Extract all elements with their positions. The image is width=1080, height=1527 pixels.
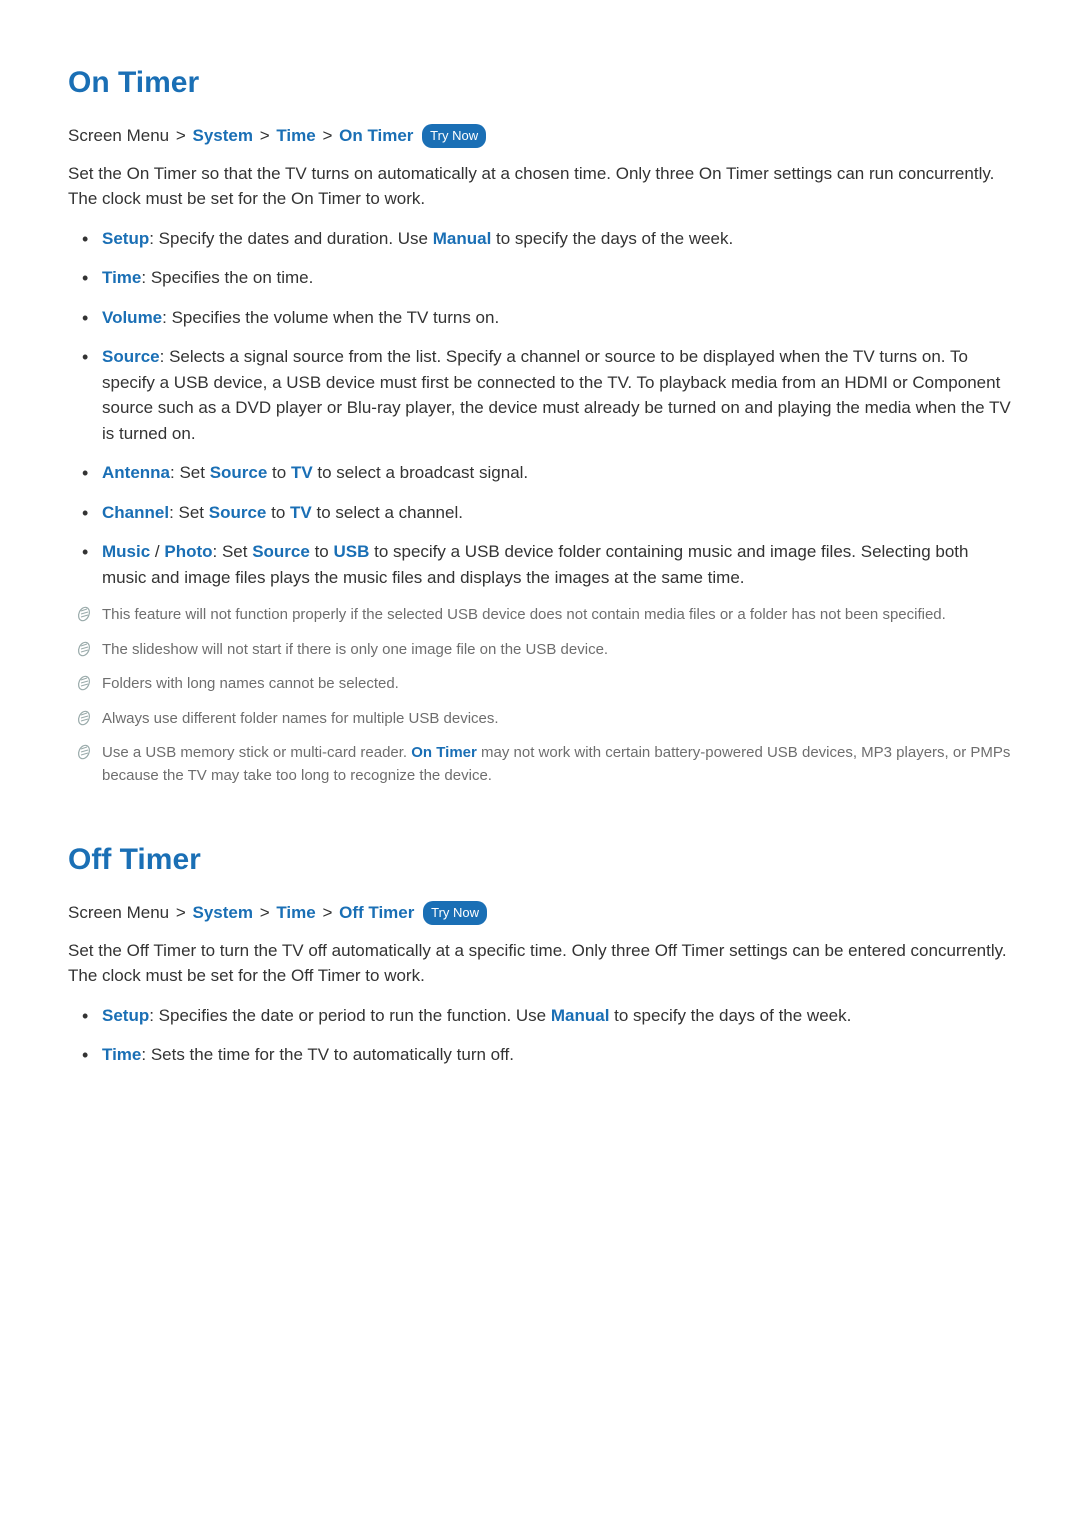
- breadcrumb-separator: >: [169, 903, 192, 922]
- keyword: Time: [102, 268, 141, 287]
- keyword: Antenna: [102, 463, 170, 482]
- section-title: On Timer: [68, 60, 1012, 105]
- bullet-item: Time: Specifies the on time.: [68, 265, 1012, 291]
- keyword: TV: [290, 503, 312, 522]
- breadcrumb: Screen Menu > System > Time > Off Timer …: [68, 900, 1012, 926]
- breadcrumb: Screen Menu > System > Time > On Timer T…: [68, 123, 1012, 149]
- keyword: Photo: [164, 542, 212, 561]
- breadcrumb-separator: >: [316, 126, 339, 145]
- keyword: Time: [102, 1045, 141, 1064]
- bullet-item: Channel: Set Source to TV to select a ch…: [68, 500, 1012, 526]
- note-list: This feature will not function properly …: [68, 604, 1012, 787]
- breadcrumb-item[interactable]: On Timer: [339, 126, 413, 145]
- keyword: Volume: [102, 308, 162, 327]
- note-icon: [76, 710, 92, 726]
- bullet-item: Setup: Specify the dates and duration. U…: [68, 226, 1012, 252]
- keyword: On Timer: [411, 744, 477, 761]
- note-icon: [76, 641, 92, 657]
- note-item: This feature will not function properly …: [68, 604, 1012, 627]
- note-icon: [76, 606, 92, 622]
- keyword: Source: [209, 503, 267, 522]
- keyword: TV: [291, 463, 313, 482]
- bullet-list: Setup: Specify the dates and duration. U…: [68, 226, 1012, 591]
- breadcrumb-separator: >: [169, 126, 192, 145]
- keyword: USB: [333, 542, 369, 561]
- keyword: Source: [102, 347, 160, 366]
- breadcrumb-separator: >: [316, 903, 339, 922]
- keyword: Manual: [433, 229, 492, 248]
- keyword: Channel: [102, 503, 169, 522]
- breadcrumb-item[interactable]: System: [193, 126, 253, 145]
- bullet-item: Antenna: Set Source to TV to select a br…: [68, 460, 1012, 486]
- section-title: Off Timer: [68, 837, 1012, 882]
- try-now-button[interactable]: Try Now: [422, 124, 486, 148]
- try-now-button[interactable]: Try Now: [423, 901, 487, 925]
- breadcrumb-item[interactable]: Time: [276, 126, 315, 145]
- breadcrumb-item[interactable]: Time: [276, 903, 315, 922]
- breadcrumb-separator: >: [253, 126, 276, 145]
- section-intro: Set the Off Timer to turn the TV off aut…: [68, 938, 1012, 989]
- keyword: Setup: [102, 1006, 149, 1025]
- breadcrumb-item[interactable]: Off Timer: [339, 903, 414, 922]
- note-icon: [76, 744, 92, 760]
- keyword: Setup: [102, 229, 149, 248]
- note-item: The slideshow will not start if there is…: [68, 639, 1012, 662]
- keyword: Source: [252, 542, 310, 561]
- bullet-item: Music / Photo: Set Source to USB to spec…: [68, 539, 1012, 590]
- section: Off TimerScreen Menu > System > Time > O…: [68, 837, 1012, 1068]
- section-intro: Set the On Timer so that the TV turns on…: [68, 161, 1012, 212]
- breadcrumb-item[interactable]: System: [193, 903, 253, 922]
- note-item: Use a USB memory stick or multi-card rea…: [68, 742, 1012, 787]
- bullet-item: Volume: Specifies the volume when the TV…: [68, 305, 1012, 331]
- breadcrumb-prefix: Screen Menu: [68, 126, 169, 145]
- note-item: Always use different folder names for mu…: [68, 708, 1012, 731]
- keyword: Source: [210, 463, 268, 482]
- note-icon: [76, 675, 92, 691]
- bullet-item: Setup: Specifies the date or period to r…: [68, 1003, 1012, 1029]
- keyword: Music: [102, 542, 150, 561]
- keyword: Manual: [551, 1006, 610, 1025]
- bullet-item: Time: Sets the time for the TV to automa…: [68, 1042, 1012, 1068]
- bullet-item: Source: Selects a signal source from the…: [68, 344, 1012, 446]
- section: On TimerScreen Menu > System > Time > On…: [68, 60, 1012, 787]
- note-item: Folders with long names cannot be select…: [68, 673, 1012, 696]
- breadcrumb-separator: >: [253, 903, 276, 922]
- breadcrumb-prefix: Screen Menu: [68, 903, 169, 922]
- bullet-list: Setup: Specifies the date or period to r…: [68, 1003, 1012, 1068]
